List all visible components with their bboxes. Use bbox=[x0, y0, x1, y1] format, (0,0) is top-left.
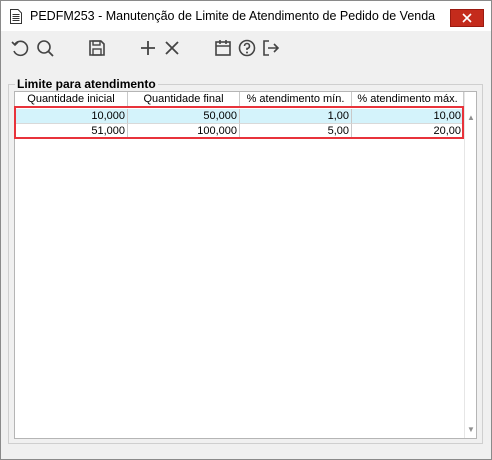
vertical-scrollbar[interactable]: ▲ ▼ bbox=[464, 92, 476, 438]
toolbar bbox=[1, 31, 491, 65]
calendar-icon bbox=[215, 40, 231, 56]
column-header[interactable]: % atendimento máx. bbox=[352, 92, 464, 107]
close-button[interactable] bbox=[450, 9, 484, 27]
title-bar: PEDFM253 - Manutenção de Limite de Atend… bbox=[1, 1, 491, 31]
search-button[interactable] bbox=[34, 37, 56, 59]
table-cell[interactable]: 10,00 bbox=[352, 109, 464, 124]
close-icon bbox=[462, 13, 472, 23]
search-icon bbox=[37, 40, 54, 57]
refresh-button[interactable] bbox=[9, 37, 31, 59]
column-header[interactable]: Quantidade final bbox=[128, 92, 240, 107]
table-cell[interactable]: 100,000 bbox=[128, 124, 240, 139]
undo-icon bbox=[11, 40, 29, 57]
table-cell[interactable]: 50,000 bbox=[128, 109, 240, 124]
document-icon bbox=[10, 9, 22, 24]
save-button[interactable] bbox=[86, 37, 108, 59]
table-row[interactable]: 10,000 50,000 1,00 10,00 bbox=[15, 109, 464, 124]
group-label: Limite para atendimento bbox=[15, 77, 158, 91]
table-cell[interactable]: 51,000 bbox=[15, 124, 128, 139]
help-button[interactable] bbox=[236, 37, 258, 59]
help-icon bbox=[238, 39, 256, 57]
exit-button[interactable] bbox=[260, 37, 282, 59]
window-title: PEDFM253 - Manutenção de Limite de Atend… bbox=[30, 9, 436, 23]
table-cell[interactable]: 1,00 bbox=[240, 109, 352, 124]
table-cell[interactable]: 20,00 bbox=[352, 124, 464, 139]
column-header[interactable]: % atendimento mín. bbox=[240, 92, 352, 107]
table-cell[interactable]: 10,000 bbox=[15, 109, 128, 124]
limits-table: Quantidade inicial Quantidade final % at… bbox=[14, 91, 477, 439]
exit-icon bbox=[263, 40, 280, 56]
calendar-button[interactable] bbox=[212, 37, 234, 59]
save-icon bbox=[89, 40, 105, 56]
add-button[interactable] bbox=[137, 37, 159, 59]
delete-button[interactable] bbox=[161, 37, 183, 59]
table-cell[interactable]: 5,00 bbox=[240, 124, 352, 139]
main-window: PEDFM253 - Manutenção de Limite de Atend… bbox=[0, 0, 492, 460]
scroll-down-icon[interactable]: ▼ bbox=[466, 424, 476, 434]
x-icon bbox=[165, 41, 179, 55]
plus-icon bbox=[141, 41, 155, 55]
column-header[interactable]: Quantidade inicial bbox=[15, 92, 128, 107]
scroll-up-icon[interactable]: ▲ bbox=[466, 112, 476, 122]
table-row[interactable]: 51,000 100,000 5,00 20,00 bbox=[15, 124, 464, 139]
